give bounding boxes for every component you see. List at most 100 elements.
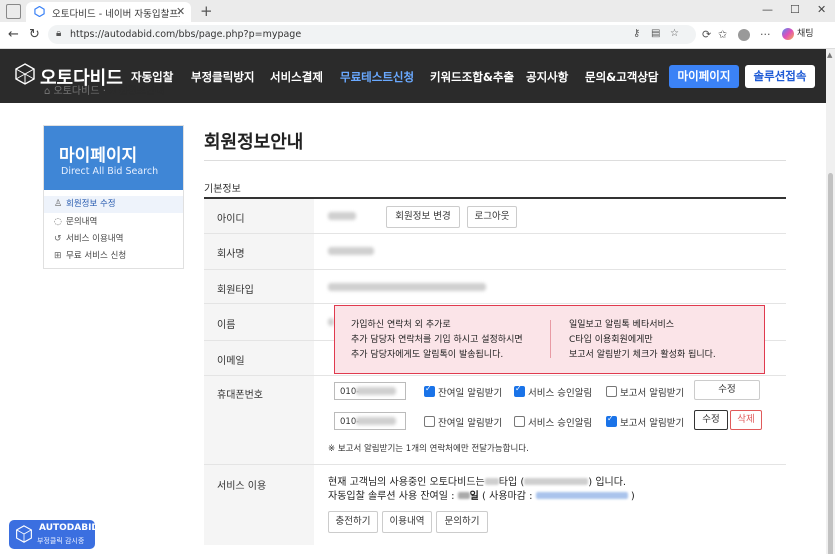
reload-icon[interactable]: ↻ — [29, 27, 40, 42]
close-tab-icon[interactable]: ✕ — [176, 5, 185, 18]
service-approval-alert-checkbox-2[interactable]: 서비스 승인알림 — [514, 415, 592, 429]
sidebar-item-edit-profile[interactable]: ♙ 회원정보 수정 — [44, 196, 183, 213]
sidebar-subtitle: Direct All Bid Search — [61, 166, 159, 177]
favorites-icon[interactable]: ✩ — [718, 28, 727, 41]
popup-right-line: C타입 이용회원에게만 — [569, 335, 653, 345]
checkbox-checked-icon — [514, 384, 525, 397]
logout-button[interactable]: 로그아웃 — [467, 206, 517, 228]
menu-support[interactable]: 문의&고객상담 — [585, 69, 659, 85]
extensions-icon[interactable]: ⟳ — [702, 28, 711, 41]
edit-phone-button-1[interactable]: 수정 — [694, 380, 760, 400]
sidebar-toggle-icon[interactable] — [6, 4, 21, 19]
logo-icon[interactable] — [14, 63, 36, 85]
logo-icon — [16, 525, 32, 543]
redacted-expiry — [535, 492, 628, 499]
alert-notice-popup: 가입하신 연락처 외 추가로 추가 담당자 연락처를 기입 하시고 설정하시면 … — [334, 305, 765, 374]
member-info-table: 아이디 회원정보 변경 로그아웃 회사명 회원타입 이름 이메일 휴대폰번호 0… — [204, 197, 786, 554]
popup-right-text: 일일보고 알림톡 베타서비스 C타입 이용회원에게만 보고서 알림받기 체크가 … — [569, 318, 716, 363]
badge-title: AUTODABID — [39, 523, 99, 533]
checkbox-label: 잔여일 알림받기 — [438, 418, 503, 429]
breadcrumb-prev[interactable]: 오토다비드 · — [54, 86, 110, 97]
remaining-text-c: ( 사용마감 : — [478, 491, 536, 502]
sidebar-item-label: 회원정보 수정 — [66, 199, 116, 209]
menu-free-test[interactable]: 무료테스트신청 — [340, 69, 414, 85]
label-phone: 휴대폰번호 — [217, 390, 263, 401]
delete-phone-button-2[interactable]: 삭제 — [730, 410, 762, 430]
back-icon[interactable]: ← — [8, 27, 19, 42]
popup-divider — [550, 320, 551, 358]
service-type-line: 현재 고객님의 사용중인 오토다비드는 타입 () 입니다. — [328, 473, 626, 488]
remaining-days-alert-checkbox-2[interactable]: 잔여일 알림받기 — [424, 415, 502, 429]
menu-click-fraud[interactable]: 부정클릭방지 — [191, 69, 254, 85]
row-label: 회사명 — [204, 234, 314, 269]
label-name: 이름 — [217, 320, 236, 331]
checkbox-checked-icon — [606, 414, 617, 427]
minimize-icon[interactable]: — — [762, 3, 773, 16]
chat-button[interactable]: 채팅 — [782, 26, 814, 40]
sidebar-item-label: 무료 서비스 신청 — [66, 251, 127, 261]
row-service: 서비스 이용 현재 고객님의 사용중인 오토다비드는 타입 () 입니다. 자동입… — [204, 465, 786, 545]
solution-login-button[interactable]: 솔루션접속 — [745, 65, 815, 88]
home-icon[interactable]: ⌂ — [44, 86, 54, 97]
inquiry-button[interactable]: 문의하기 — [436, 511, 488, 533]
maximize-icon[interactable]: ☐ — [790, 3, 800, 16]
scrollbar-thumb[interactable] — [828, 173, 833, 554]
sidebar-item-inquiries[interactable]: ◌ 문의내역 — [44, 214, 183, 231]
redacted-type — [484, 478, 499, 485]
redacted-days — [457, 492, 470, 499]
navigation-bar: ← ↻ 🔒︎ https://autodabid.com/bbs/page.ph… — [0, 22, 835, 49]
more-menu-icon[interactable]: ··· — [760, 28, 771, 41]
row-company: 회사명 — [204, 234, 786, 270]
popup-right-line: 보고서 알림받기 체크가 활성화 됩니다. — [569, 350, 716, 360]
chat-icon: ◌ — [54, 217, 62, 227]
address-bar[interactable]: 🔒︎ https://autodabid.com/bbs/page.php?p=… — [48, 25, 696, 44]
avatar[interactable] — [738, 29, 750, 41]
service-approval-alert-checkbox-1[interactable]: 서비스 승인알림 — [514, 384, 592, 399]
new-tab-icon[interactable]: + — [200, 2, 213, 20]
title-bar: 오토다비드 - 네이버 자동입찰프로 ✕ + — ☐ ✕ — [0, 0, 835, 22]
mypage-button[interactable]: 마이페이지 — [669, 65, 739, 88]
menu-payment[interactable]: 서비스결제 — [270, 69, 323, 85]
sidebar-item-label: 서비스 이용내역 — [66, 234, 124, 244]
web-page: 오토다비드 자동입찰 부정클릭방지 서비스결제 무료테스트신청 키워드조합&추출… — [0, 49, 835, 554]
label-email: 이메일 — [217, 356, 245, 367]
tab-title: 오토다비드 - 네이버 자동입찰프로 — [52, 9, 180, 20]
service-remaining-line: 자동입찰 솔루션 사용 잔여일 : 일 ( 사용마감 : ) — [328, 487, 635, 502]
checkbox-checked-icon — [424, 384, 435, 397]
redacted-company — [328, 247, 374, 255]
click-fraud-monitor-badge[interactable]: AUTODABID 부정클릭 감시중 — [9, 520, 99, 549]
breadcrumb-current: 회원정보안내 — [109, 86, 165, 97]
sidebar-item-free-service[interactable]: ⊞ 무료 서비스 신청 — [44, 248, 183, 265]
label-member-type: 회원타입 — [217, 285, 254, 296]
browser-tab[interactable]: 오토다비드 - 네이버 자동입찰프로 ✕ — [26, 2, 191, 22]
breadcrumb: ⌂ 오토다비드 · 회원정보안내 — [44, 82, 164, 97]
edit-phone-button-2[interactable]: 수정 — [694, 410, 728, 430]
redacted-plan — [524, 478, 589, 485]
user-icon: ♙ — [54, 199, 63, 209]
sidebar-item-usage-history[interactable]: ↺ 서비스 이용내역 — [44, 231, 183, 248]
row-label: 아이디 — [204, 199, 314, 233]
close-window-icon[interactable]: ✕ — [817, 3, 826, 16]
section-title: 기본정보 — [204, 184, 241, 195]
remaining-days-alert-checkbox-1[interactable]: 잔여일 알림받기 — [424, 384, 502, 399]
scroll-up-icon[interactable]: ▲ — [827, 51, 832, 59]
menu-notice[interactable]: 공지사항 — [526, 69, 568, 85]
reader-icon[interactable]: ▤ — [651, 28, 660, 39]
checkbox-label: 보고서 알림받기 — [620, 418, 685, 429]
lock-icon: 🔒︎ — [56, 28, 62, 39]
browser-window: 오토다비드 - 네이버 자동입찰프로 ✕ + — ☐ ✕ ← ↻ 🔒︎ http… — [0, 0, 835, 554]
report-alert-checkbox-1[interactable]: 보고서 알림받기 — [606, 385, 684, 399]
popup-left-line: 추가 담당자에게도 알림톡이 발송됩니다. — [351, 350, 504, 360]
usage-history-button[interactable]: 이용내역 — [382, 511, 432, 533]
checkbox-unchecked-icon — [424, 416, 435, 427]
redacted-member-type — [328, 283, 486, 291]
report-alert-checkbox-2[interactable]: 보고서 알림받기 — [606, 414, 685, 429]
key-icon[interactable]: ⚷ — [633, 28, 640, 39]
menu-keyword[interactable]: 키워드조합&추출 — [430, 69, 514, 85]
popup-left-line: 추가 담당자 연락처를 기입 하시고 설정하시면 — [351, 335, 523, 345]
charge-button[interactable]: 충전하기 — [328, 511, 378, 533]
edit-member-info-button[interactable]: 회원정보 변경 — [386, 206, 460, 228]
favorite-star-icon[interactable]: ☆ — [670, 28, 679, 39]
page-scrollbar[interactable]: ▲ — [826, 49, 835, 554]
page-title: 회원정보안내 — [204, 132, 304, 153]
